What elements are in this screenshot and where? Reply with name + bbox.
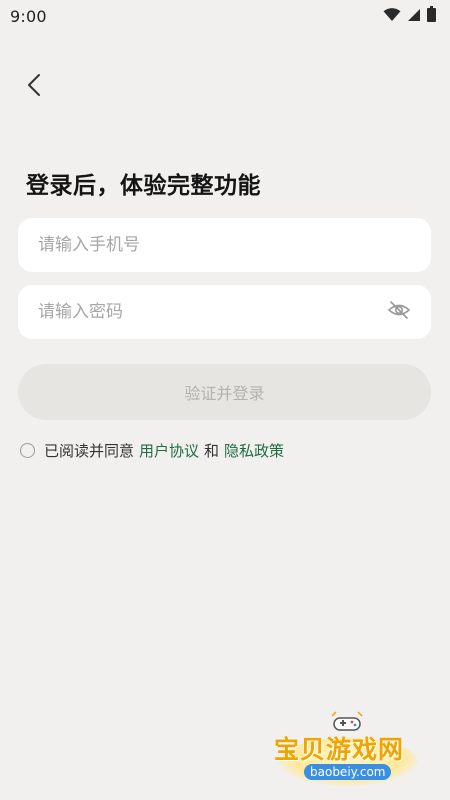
verify-login-button[interactable]: 验证并登录: [18, 364, 431, 420]
password-input[interactable]: [18, 285, 385, 339]
wifi-icon: [383, 7, 401, 26]
status-time: 9:00: [10, 6, 47, 26]
watermark-name: 宝贝游戏网: [274, 735, 405, 764]
phone-input[interactable]: [18, 218, 431, 272]
agreement-conjunction: 和: [204, 442, 220, 460]
user-agreement-link[interactable]: 用户协议: [139, 440, 199, 461]
password-field-container: [18, 285, 431, 339]
phone-field-container: [18, 218, 431, 272]
watermark-url: baobeiy.com: [304, 764, 392, 780]
battery-icon: [427, 6, 436, 26]
page-title: 登录后，体验完整功能: [26, 173, 261, 199]
chevron-left-icon: [27, 73, 41, 101]
agreement-row: 已阅读并同意 用户协议 和 隐私政策: [20, 440, 289, 461]
watermark-logo: 宝贝游戏网 baobeiy.com: [268, 708, 426, 792]
status-bar: 9:00: [0, 0, 450, 32]
status-icons: [383, 6, 436, 26]
privacy-policy-link[interactable]: 隐私政策: [224, 440, 284, 461]
agreement-prefix: 已阅读并同意: [44, 442, 135, 460]
agreement-checkbox[interactable]: [20, 443, 35, 458]
back-button[interactable]: [20, 72, 48, 102]
eye-off-icon: [387, 300, 411, 324]
password-visibility-toggle[interactable]: [385, 298, 413, 326]
cellular-signal-icon: [407, 7, 421, 26]
